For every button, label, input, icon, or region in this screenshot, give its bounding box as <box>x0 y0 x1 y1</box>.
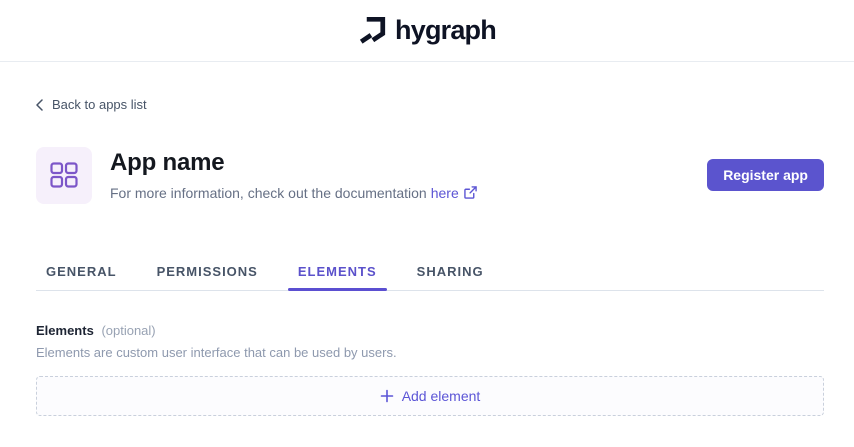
app-avatar <box>36 147 92 204</box>
external-link-icon <box>464 186 477 199</box>
app-header-text: App name For more information, check out… <box>110 149 477 202</box>
app-header-row: App name For more information, check out… <box>36 147 824 204</box>
logo-wordmark: hygraph <box>395 17 496 44</box>
add-element-button[interactable]: Add element <box>36 376 824 416</box>
elements-label-text: Elements <box>36 323 94 338</box>
tab-elements[interactable]: ELEMENTS <box>288 264 387 290</box>
documentation-link-label: here <box>431 185 459 202</box>
elements-section: Elements (optional) Elements are custom … <box>36 323 824 417</box>
add-element-label: Add element <box>402 388 481 404</box>
elements-description: Elements are custom user interface that … <box>36 345 824 362</box>
back-link-label: Back to apps list <box>52 97 147 112</box>
hygraph-logomark-icon <box>358 15 386 46</box>
grid-icon <box>49 160 79 190</box>
page-subtitle: For more information, check out the docu… <box>110 185 477 202</box>
documentation-link[interactable]: here <box>431 185 477 202</box>
top-app-bar: hygraph <box>0 0 854 62</box>
hygraph-logo[interactable]: hygraph <box>358 15 496 46</box>
subtitle-text: For more information, check out the docu… <box>110 185 427 202</box>
page-title: App name <box>110 149 477 178</box>
tab-bar: GENERAL PERMISSIONS ELEMENTS SHARING <box>36 264 824 291</box>
plus-icon <box>380 389 394 403</box>
optional-label: (optional) <box>101 323 155 338</box>
chevron-left-icon <box>36 99 43 111</box>
tab-sharing[interactable]: SHARING <box>407 264 494 290</box>
tab-permissions[interactable]: PERMISSIONS <box>147 264 268 290</box>
register-app-button[interactable]: Register app <box>707 159 824 191</box>
main-content: Back to apps list App name For more info… <box>0 62 854 416</box>
elements-field-label: Elements (optional) <box>36 323 824 340</box>
tab-general[interactable]: GENERAL <box>36 264 127 290</box>
back-to-apps-link[interactable]: Back to apps list <box>36 97 147 112</box>
